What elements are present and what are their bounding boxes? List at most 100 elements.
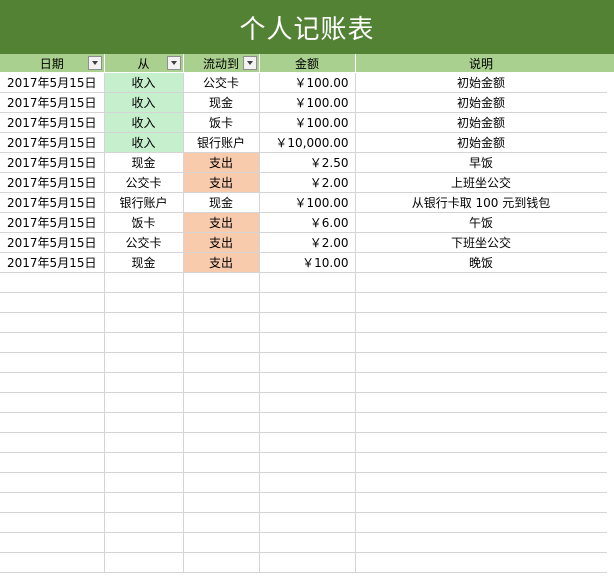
- cell-to[interactable]: [183, 552, 260, 573]
- cell-from[interactable]: [104, 392, 184, 413]
- cell-amount[interactable]: ￥100.00: [259, 192, 356, 213]
- header-date[interactable]: 日期: [0, 54, 105, 73]
- cell-from[interactable]: [104, 292, 184, 313]
- cell-amount[interactable]: ￥2.50: [259, 152, 356, 173]
- cell-amount[interactable]: [259, 452, 356, 473]
- cell-note[interactable]: 上班坐公交: [355, 172, 608, 193]
- cell-date[interactable]: [0, 392, 105, 413]
- cell-to[interactable]: 支出: [183, 232, 260, 253]
- cell-date[interactable]: [0, 452, 105, 473]
- cell-from[interactable]: 公交卡: [104, 172, 184, 193]
- cell-amount[interactable]: ￥100.00: [259, 112, 356, 133]
- cell-date[interactable]: [0, 352, 105, 373]
- cell-note[interactable]: [355, 452, 608, 473]
- cell-note[interactable]: 初始金额: [355, 132, 608, 153]
- cell-note[interactable]: [355, 312, 608, 333]
- cell-note[interactable]: 下班坐公交: [355, 232, 608, 253]
- cell-note[interactable]: [355, 352, 608, 373]
- cell-to[interactable]: [183, 272, 260, 293]
- cell-date[interactable]: 2017年5月15日: [0, 212, 105, 233]
- cell-to[interactable]: 支出: [183, 172, 260, 193]
- cell-note[interactable]: [355, 512, 608, 533]
- cell-date[interactable]: 2017年5月15日: [0, 72, 105, 93]
- cell-amount[interactable]: [259, 552, 356, 573]
- cell-note[interactable]: [355, 552, 608, 573]
- cell-to[interactable]: [183, 372, 260, 393]
- cell-date[interactable]: [0, 552, 105, 573]
- cell-amount[interactable]: ￥2.00: [259, 172, 356, 193]
- cell-amount[interactable]: ￥10.00: [259, 252, 356, 273]
- cell-amount[interactable]: [259, 352, 356, 373]
- cell-amount[interactable]: [259, 492, 356, 513]
- cell-to[interactable]: [183, 432, 260, 453]
- cell-to[interactable]: [183, 532, 260, 553]
- cell-amount[interactable]: [259, 272, 356, 293]
- cell-from[interactable]: [104, 412, 184, 433]
- cell-to[interactable]: [183, 292, 260, 313]
- cell-from[interactable]: 公交卡: [104, 232, 184, 253]
- cell-from[interactable]: [104, 272, 184, 293]
- cell-note[interactable]: [355, 272, 608, 293]
- cell-amount[interactable]: [259, 432, 356, 453]
- cell-note[interactable]: 初始金额: [355, 112, 608, 133]
- cell-note[interactable]: 从银行卡取 100 元到钱包: [355, 192, 608, 213]
- cell-date[interactable]: [0, 292, 105, 313]
- cell-to[interactable]: [183, 352, 260, 373]
- cell-note[interactable]: 初始金额: [355, 92, 608, 113]
- cell-note[interactable]: [355, 332, 608, 353]
- cell-to[interactable]: [183, 312, 260, 333]
- cell-note[interactable]: 午饭: [355, 212, 608, 233]
- cell-date[interactable]: [0, 492, 105, 513]
- cell-note[interactable]: 初始金额: [355, 72, 608, 93]
- cell-from[interactable]: [104, 472, 184, 493]
- cell-amount[interactable]: [259, 392, 356, 413]
- to-filter-dropdown-icon[interactable]: [242, 56, 257, 70]
- cell-date[interactable]: 2017年5月15日: [0, 252, 105, 273]
- cell-to[interactable]: [183, 492, 260, 513]
- cell-to[interactable]: 支出: [183, 212, 260, 233]
- cell-from[interactable]: 收入: [104, 132, 184, 153]
- cell-from[interactable]: [104, 312, 184, 333]
- cell-amount[interactable]: [259, 312, 356, 333]
- cell-to[interactable]: 饭卡: [183, 112, 260, 133]
- cell-date[interactable]: 2017年5月15日: [0, 192, 105, 213]
- cell-to[interactable]: 银行账户: [183, 132, 260, 153]
- header-from[interactable]: 从: [104, 54, 184, 73]
- cell-from[interactable]: [104, 432, 184, 453]
- cell-amount[interactable]: [259, 532, 356, 553]
- cell-date[interactable]: 2017年5月15日: [0, 172, 105, 193]
- cell-from[interactable]: [104, 452, 184, 473]
- cell-from[interactable]: [104, 372, 184, 393]
- cell-note[interactable]: [355, 372, 608, 393]
- cell-to[interactable]: 现金: [183, 92, 260, 113]
- cell-from[interactable]: 收入: [104, 92, 184, 113]
- cell-amount[interactable]: ￥6.00: [259, 212, 356, 233]
- cell-to[interactable]: 公交卡: [183, 72, 260, 93]
- cell-to[interactable]: [183, 452, 260, 473]
- cell-date[interactable]: [0, 472, 105, 493]
- cell-to[interactable]: [183, 412, 260, 433]
- cell-from[interactable]: [104, 532, 184, 553]
- cell-from[interactable]: 收入: [104, 72, 184, 93]
- cell-amount[interactable]: [259, 412, 356, 433]
- header-to[interactable]: 流动到: [183, 54, 260, 73]
- cell-from[interactable]: [104, 332, 184, 353]
- cell-to[interactable]: [183, 512, 260, 533]
- cell-date[interactable]: 2017年5月15日: [0, 132, 105, 153]
- cell-date[interactable]: [0, 272, 105, 293]
- header-note[interactable]: 说明: [355, 54, 608, 73]
- cell-note[interactable]: [355, 472, 608, 493]
- cell-date[interactable]: [0, 432, 105, 453]
- cell-note[interactable]: 晚饭: [355, 252, 608, 273]
- cell-from[interactable]: 现金: [104, 252, 184, 273]
- cell-note[interactable]: 早饭: [355, 152, 608, 173]
- cell-date[interactable]: 2017年5月15日: [0, 152, 105, 173]
- cell-from[interactable]: [104, 552, 184, 573]
- cell-from[interactable]: 银行账户: [104, 192, 184, 213]
- cell-from[interactable]: 收入: [104, 112, 184, 133]
- cell-to[interactable]: 支出: [183, 252, 260, 273]
- cell-from[interactable]: [104, 492, 184, 513]
- cell-date[interactable]: 2017年5月15日: [0, 92, 105, 113]
- cell-to[interactable]: [183, 332, 260, 353]
- cell-date[interactable]: [0, 372, 105, 393]
